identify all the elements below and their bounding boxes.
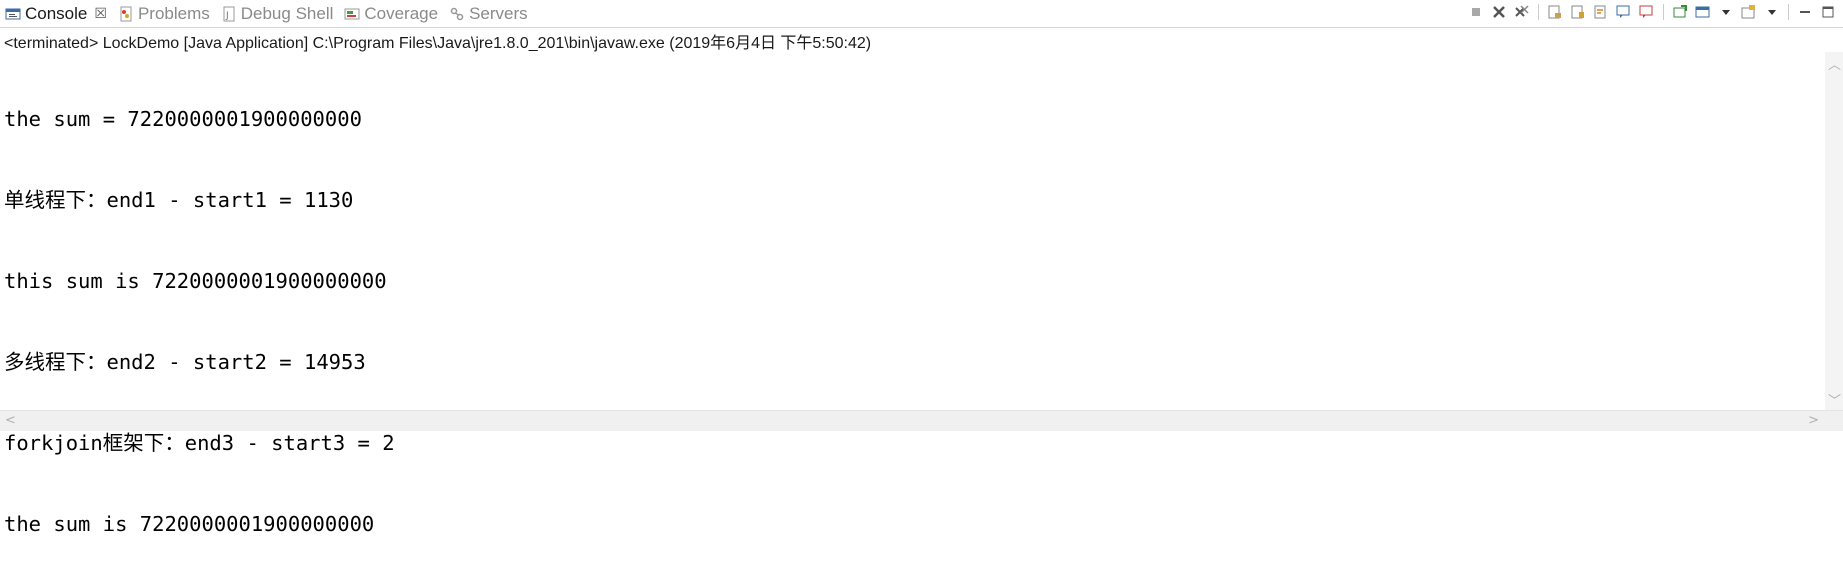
remove-all-terminated-icon[interactable] [1513,3,1531,21]
clear-console-icon[interactable] [1546,3,1564,21]
tab-console[interactable]: Console ☒ [0,0,113,27]
console-line: the sum = 7220000001900000000 [4,107,362,131]
show-on-stderr-icon[interactable] [1638,3,1656,21]
chevron-left-icon[interactable]: < [5,413,16,428]
console-icon [5,6,21,22]
console-line: this sum is 7220000001900000000 [4,269,387,293]
vertical-scrollbar[interactable]: ︿ ﹀ [1825,52,1843,411]
tab-servers[interactable]: Servers [444,0,534,27]
maximize-icon[interactable] [1819,3,1837,21]
chevron-down-icon[interactable] [1717,3,1735,21]
console-line: forkjoin框架下：end3 - start3 = 2 [4,431,395,455]
tab-coverage[interactable]: Coverage [339,0,444,27]
display-console-icon[interactable] [1694,3,1712,21]
chevron-down-icon[interactable] [1763,3,1781,21]
tab-label: Debug Shell [240,3,334,23]
console-line: 单线程下：end1 - start1 = 1130 [4,188,354,212]
coverage-icon [344,6,360,22]
show-on-stdout-icon[interactable] [1615,3,1633,21]
debug-shell-icon: J [221,6,237,22]
minimize-icon[interactable] [1796,3,1814,21]
console-toolbar [1467,0,1837,24]
open-console-icon[interactable] [1740,3,1758,21]
console-line: 多线程下：end2 - start2 = 14953 [4,350,366,374]
tab-debug-shell[interactable]: J Debug Shell [216,0,340,27]
servers-icon [449,6,465,22]
chevron-right-icon[interactable]: > [1808,413,1819,428]
close-icon[interactable]: ☒ [94,5,107,22]
console-output[interactable]: the sum = 7220000001900000000 单线程下：end1 … [4,52,1821,565]
tab-label: Servers [469,3,528,23]
console-line: the sum is 7220000001900000000 [4,512,375,536]
horizontal-scrollbar[interactable]: < > [0,410,1843,431]
scroll-lock-icon[interactable] [1569,3,1587,21]
chevron-down-icon[interactable]: ﹀ [1828,390,1841,409]
terminate-icon[interactable] [1467,3,1485,21]
toolbar-separator [1663,4,1664,20]
toolbar-separator [1538,4,1539,20]
svg-text:J: J [225,11,229,21]
problems-icon [118,6,134,22]
toolbar-separator [1788,4,1789,20]
tab-label: Problems [137,3,210,23]
launch-status-line: <terminated> LockDemo [Java Application]… [4,35,872,52]
pin-console-icon[interactable] [1671,3,1689,21]
word-wrap-icon[interactable] [1592,3,1610,21]
tab-label: Console [25,3,88,23]
tab-label: Coverage [364,3,439,23]
remove-launch-icon[interactable] [1490,3,1508,21]
chevron-up-icon[interactable]: ︿ [1828,54,1841,73]
tab-problems[interactable]: Problems [113,0,216,27]
